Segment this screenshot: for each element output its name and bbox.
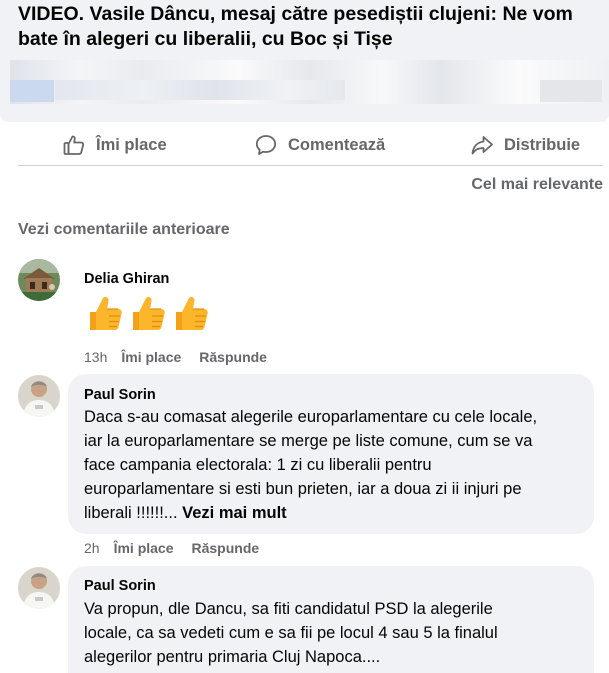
blurred-favicon [10,80,54,102]
link-preview-card[interactable]: VIDEO. Vasile Dâncu, mesaj către pesediș… [0,0,609,122]
comment-button-label: Comentează [288,135,386,154]
comment-text-line: Va propun, dle Dancu, sa fiti candidatul… [84,600,493,618]
avatar[interactable] [18,259,60,301]
comment-text: Va propun, dle Dancu, sa fiti candidatul… [84,597,498,669]
comment-text: Daca s-au comasat alegerile europarlamen… [84,405,537,525]
avatar-image [18,259,60,301]
thumbs-up-emoji-icon [176,297,208,330]
comment-timestamp[interactable]: 13h [84,349,107,365]
comment-text-line: iar la europarlamentare se merge pe list… [84,432,533,450]
comment-bubble-icon [255,135,277,155]
like-button[interactable]: Îmi place [62,131,167,159]
comment-text-line: europarlamentare si esti bun prieten, ia… [84,480,522,498]
comment-like-button[interactable]: Îmi place [121,349,181,365]
blurred-source-meta [540,80,602,102]
comment-reply-button[interactable]: Răspunde [192,540,260,556]
comment-button[interactable]: Comentează [254,131,385,159]
avatar[interactable] [18,567,60,609]
view-previous-comments-link[interactable]: Vezi comentariile anterioare [18,221,230,239]
comment-author[interactable]: Paul Sorin [84,578,156,594]
comment-timestamp[interactable]: 2h [84,540,100,556]
avatar-image [18,567,60,609]
share-button-label: Distribuie [504,135,581,154]
comment-text-line: face campania electorala: 1 zi cu libera… [84,456,432,474]
comment-emoji-content [84,292,213,334]
post-action-bar: Îmi place Comentează Distribuie [18,124,603,166]
comment-text-line: Daca s-au comasat alegerile europarlamen… [84,408,538,426]
comment-text-line: locale, ca sa vedeti cum e sa fii pe loc… [84,624,498,642]
share-button[interactable]: Distribuie [470,131,580,159]
comment-meta: 2h Îmi place Răspunde [84,540,259,556]
comment-text-line: alegerilor pentru primaria Cluj Napoca..… [84,648,381,666]
comment-meta: 13h Îmi place Răspunde [84,349,267,365]
like-button-label: Îmi place [96,135,167,154]
see-more-link[interactable]: Vezi mai mult [182,504,287,522]
thumbs-up-outline-icon [63,135,85,155]
comment-sort-dropdown[interactable]: Cel mai relevante [471,176,603,194]
avatar[interactable] [18,375,60,417]
link-title[interactable]: VIDEO. Vasile Dâncu, mesaj către pesediș… [18,2,603,52]
comment-author[interactable]: Delia Ghiran [84,271,169,287]
blurred-source-text [55,80,345,100]
comment-like-button[interactable]: Îmi place [114,540,174,556]
thumbs-up-emoji-icon [90,297,122,330]
comment-author[interactable]: Paul Sorin [84,387,156,403]
comment-text-line: liberali !!!!!!... [84,504,178,522]
share-arrow-icon [471,136,493,155]
thumbs-up-emoji-icon [133,297,165,330]
comment-reply-button[interactable]: Răspunde [199,349,267,365]
avatar-image [18,375,60,417]
